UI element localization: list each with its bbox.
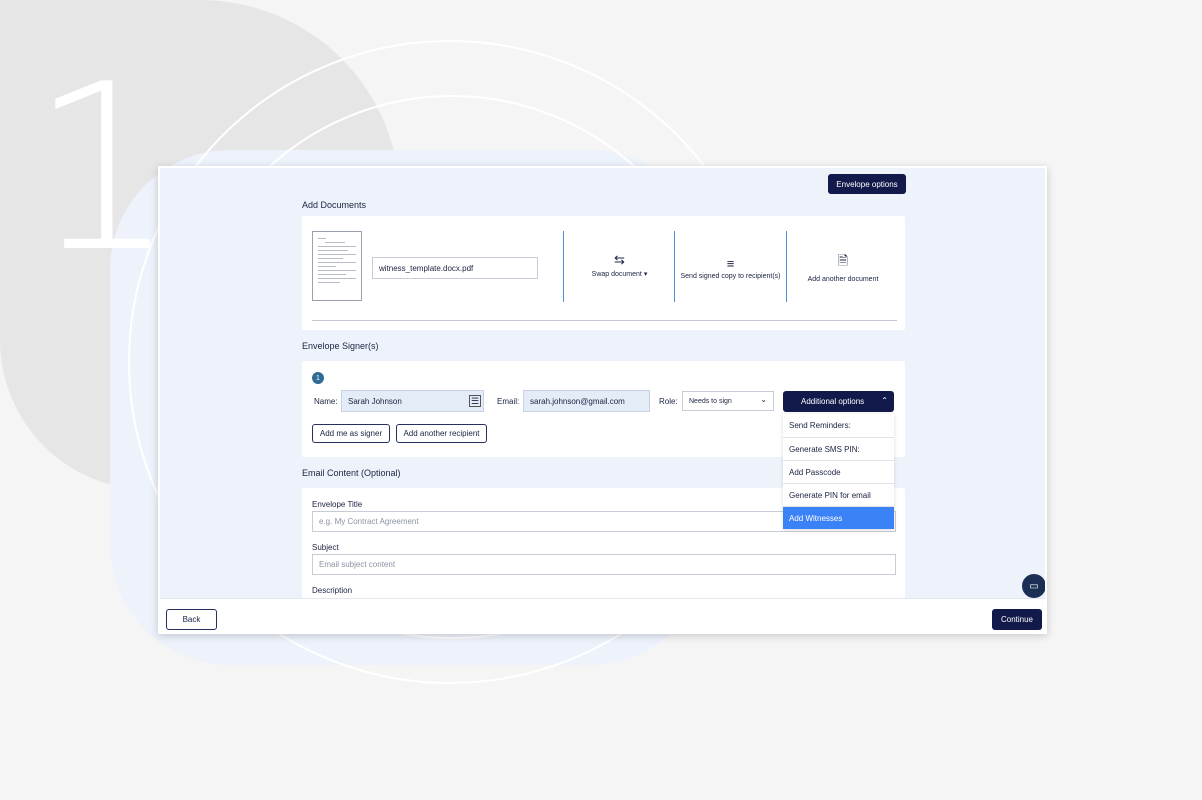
send-signed-copy-button[interactable]: ≡ Send signed copy to recipient(s) bbox=[675, 256, 786, 280]
envelope-options-button[interactable]: Envelope options bbox=[828, 174, 906, 194]
email-label: Email: bbox=[497, 397, 520, 406]
email-content-title: Email Content (Optional) bbox=[302, 468, 401, 478]
menu-item-send-reminders[interactable]: Send Reminders: bbox=[783, 414, 894, 437]
swap-arrows-icon: ⇆ bbox=[614, 252, 625, 267]
menu-item-add-witnesses[interactable]: Add Witnesses bbox=[783, 506, 894, 529]
envelope-title-placeholder: e.g. My Contract Agreement bbox=[319, 517, 419, 526]
step-number: 1 bbox=[30, 36, 177, 303]
envelope-window: Envelope options Add Documents witness_t… bbox=[158, 166, 1047, 634]
swap-document-button[interactable]: ⇆ Swap document ▾ bbox=[567, 252, 672, 278]
role-select[interactable]: Needs to sign ⌄ bbox=[682, 391, 774, 411]
chevron-down-icon: ⌄ bbox=[760, 395, 767, 404]
role-value: Needs to sign bbox=[689, 397, 732, 405]
signer-number-badge: 1 bbox=[312, 372, 324, 384]
signer-email-field[interactable]: sarah.johnson@gmail.com bbox=[523, 390, 650, 412]
swap-document-label: Swap document ▾ bbox=[591, 271, 648, 278]
additional-options-button[interactable]: Additional options ⌃ bbox=[783, 391, 894, 412]
back-button[interactable]: Back bbox=[166, 609, 217, 630]
documents-card: witness_template.docx.pdf ⇆ Swap documen… bbox=[302, 216, 905, 330]
footer-bar: Back Continue bbox=[160, 598, 1045, 632]
add-another-document-label: Add another document bbox=[807, 276, 879, 283]
add-documents-title: Add Documents bbox=[302, 200, 367, 210]
add-me-as-signer-button[interactable]: Add me as signer bbox=[312, 424, 390, 443]
divider bbox=[563, 231, 564, 302]
description-label: Description bbox=[312, 586, 353, 595]
signer-name-value: Sarah Johnson bbox=[348, 396, 402, 406]
divider bbox=[786, 231, 787, 302]
name-label: Name: bbox=[314, 397, 338, 406]
document-thumbnail[interactable] bbox=[312, 231, 362, 301]
chat-icon[interactable]: ▭ bbox=[1022, 574, 1045, 598]
subject-placeholder: Email subject content bbox=[319, 560, 396, 569]
divider bbox=[312, 320, 897, 321]
continue-button[interactable]: Continue bbox=[992, 609, 1042, 630]
chevron-up-icon: ⌃ bbox=[881, 396, 888, 405]
subject-label: Subject bbox=[312, 543, 339, 552]
add-another-recipient-button[interactable]: Add another recipient bbox=[396, 424, 487, 443]
add-document-icon: 🗎 bbox=[837, 253, 849, 268]
menu-item-generate-sms-pin[interactable]: Generate SMS PIN: bbox=[783, 437, 894, 460]
role-label: Role: bbox=[659, 397, 678, 406]
menu-item-generate-pin-email[interactable]: Generate PIN for email bbox=[783, 483, 894, 506]
additional-options-label: Additional options bbox=[801, 397, 865, 406]
document-filename-input[interactable]: witness_template.docx.pdf bbox=[372, 257, 538, 279]
send-signed-copy-label: Send signed copy to recipient(s) bbox=[680, 273, 781, 280]
menu-item-add-passcode[interactable]: Add Passcode bbox=[783, 460, 894, 483]
contact-book-icon[interactable]: ☰ bbox=[469, 395, 481, 407]
subject-input[interactable]: Email subject content bbox=[312, 554, 896, 575]
additional-options-menu: Send Reminders: Generate SMS PIN: Add Pa… bbox=[783, 414, 894, 529]
envelope-title-label: Envelope Title bbox=[312, 500, 363, 509]
envelope-signers-title: Envelope Signer(s) bbox=[302, 341, 379, 351]
signer-name-field[interactable]: Sarah Johnson ☰ bbox=[341, 390, 484, 412]
add-another-document-button[interactable]: 🗎 Add another document bbox=[788, 252, 898, 283]
text-lines-icon: ≡ bbox=[726, 256, 735, 271]
